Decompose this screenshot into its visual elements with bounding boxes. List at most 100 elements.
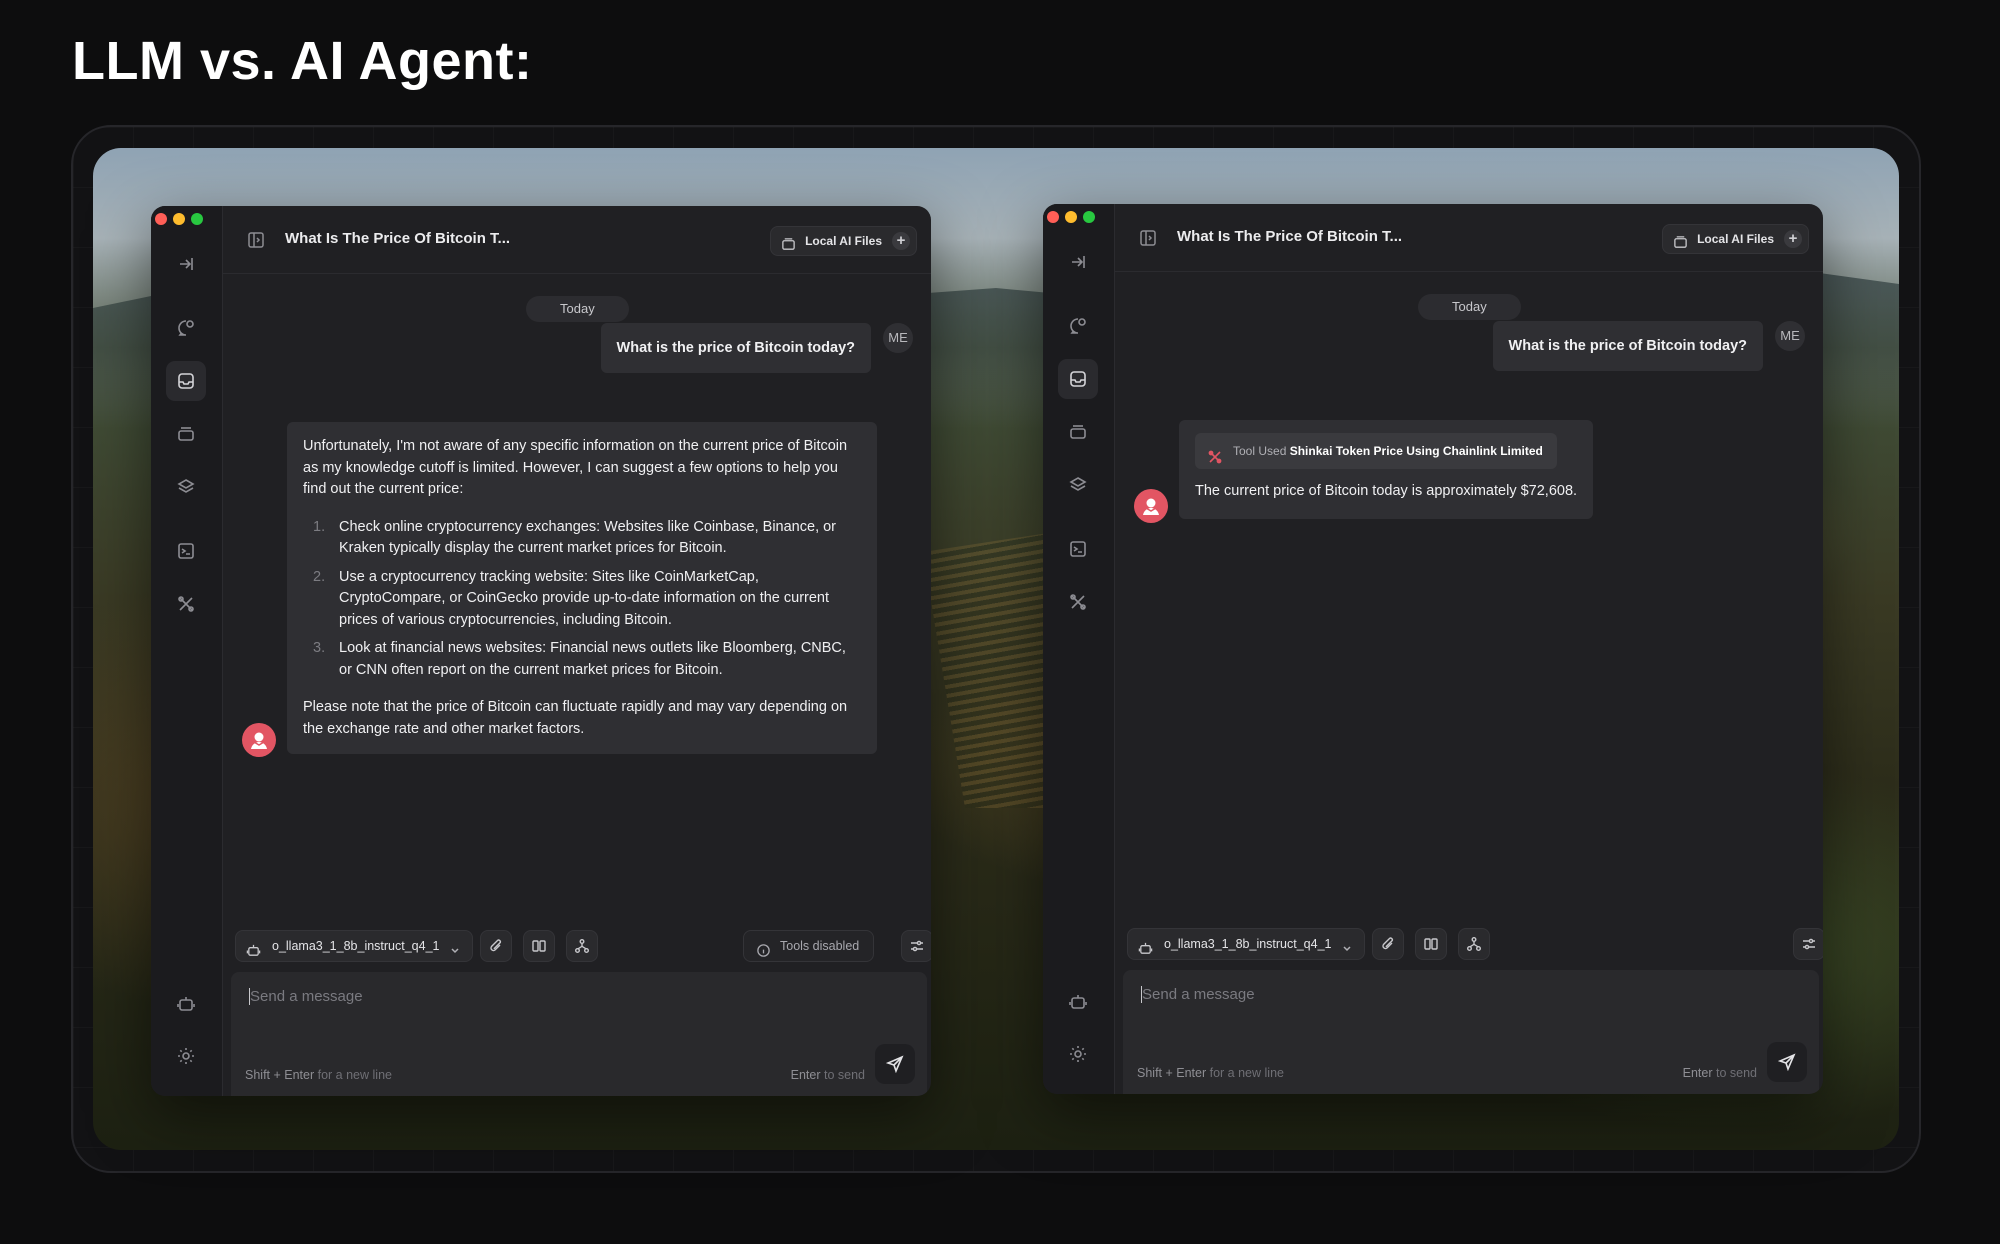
tools-icon[interactable] [166,584,206,624]
minimize-window-button[interactable] [173,213,185,225]
panel-icon[interactable] [247,231,265,249]
local-files-button[interactable]: Local AI Files + [1662,224,1809,254]
assistant-avatar [1134,489,1168,523]
chat-title: What Is The Price Of Bitcoin T... [285,230,511,247]
send-hint: Enter to send [790,1068,865,1082]
user-avatar: ME [1775,321,1805,351]
robot-icon[interactable] [166,984,206,1024]
folder-icon [1673,232,1688,248]
close-window-button[interactable] [155,213,167,225]
add-files-icon[interactable]: + [1784,230,1802,248]
tools-icon[interactable] [1058,582,1098,622]
book-icon [532,940,546,952]
tools-label: Tools disabled [780,939,860,953]
maximize-window-button[interactable] [1083,211,1095,223]
composer-toolbar: o_llama3_1_8b_instruct_q4_1 [1127,928,1823,962]
assistant-message: Tool Used Shinkai Token Price Using Chai… [1179,420,1594,519]
sidebar [1043,204,1115,1094]
layers-icon[interactable] [1058,465,1098,505]
response-list: 1. Check online cryptocurrency exchanges:… [303,517,861,682]
sidebar-collapse-icon[interactable] [174,252,198,276]
close-window-button[interactable] [1047,211,1059,223]
newline-hint: Shift + Enter for a new line [245,1068,392,1082]
robot-icon [246,939,261,956]
list-item: 1. Check online cryptocurrency exchanges:… [313,518,837,557]
tool-icon [1207,443,1223,464]
gear-icon[interactable] [1058,1034,1098,1074]
tool-name: Shinkai Token Price Using Chainlink Limi… [1289,444,1543,458]
window-controls [155,213,203,225]
add-files-icon[interactable]: + [892,232,910,250]
local-files-button[interactable]: Local AI Files + [770,226,917,256]
knowledge-button[interactable] [523,930,555,962]
send-button[interactable] [875,1044,915,1084]
model-selector[interactable]: o_llama3_1_8b_instruct_q4_1 [1127,928,1365,960]
list-item: 3. Look at financial news websites: Finan… [313,640,846,678]
maximize-window-button[interactable] [191,213,203,225]
send-button[interactable] [1767,1042,1807,1082]
message-composer[interactable]: Send a message Shift + Enter for a new l… [1123,970,1819,1094]
newline-hint: Shift + Enter for a new line [1137,1066,1284,1080]
chat-header: What Is The Price Of Bitcoin T... Local … [223,206,931,274]
knowledge-button[interactable] [1415,928,1447,960]
workflow-button[interactable] [1458,928,1490,960]
model-name: o_llama3_1_8b_instruct_q4_1 [272,939,440,953]
attach-button[interactable] [480,930,512,962]
local-files-label: Local AI Files [805,234,882,248]
send-hint: Enter to send [1682,1066,1757,1080]
layers-icon[interactable] [166,467,206,507]
response-outro: Please note that the price of Bitcoin ca… [303,699,848,737]
chat-header: What Is The Price Of Bitcoin T... Local … [1115,204,1823,272]
archive-icon[interactable] [1058,412,1098,452]
composer-toolbar: o_llama3_1_8b_instruct_q4_1 Tools disabl… [235,930,931,964]
chat-main: What Is The Price Of Bitcoin T... Local … [223,206,931,1096]
message-input[interactable]: Send a message [1141,986,1255,1003]
terminal-icon[interactable] [166,531,206,571]
message-composer[interactable]: Send a message Shift + Enter for a new l… [231,972,927,1096]
workflow-icon [575,939,589,953]
robot-icon [1138,937,1153,954]
info-icon [756,939,771,957]
tools-toggle[interactable]: Tools disabled [743,930,875,962]
folder-icon [781,234,796,250]
page-title: LLM vs. AI Agent: [72,31,533,91]
window-controls [1047,211,1095,223]
model-selector[interactable]: o_llama3_1_8b_instruct_q4_1 [235,930,473,962]
chevron-down-icon [1340,936,1354,952]
paperclip-icon [1382,937,1394,950]
robot-icon[interactable] [1058,982,1098,1022]
tool-used-badge[interactable]: Tool Used Shinkai Token Price Using Chai… [1195,433,1557,469]
new-chat-icon[interactable] [1058,306,1098,346]
new-chat-icon[interactable] [166,308,206,348]
message-input[interactable]: Send a message [249,988,363,1005]
assistant-message: Unfortunately, I'm not aware of any spec… [287,422,877,754]
local-files-label: Local AI Files [1697,232,1774,246]
minimize-window-button[interactable] [1065,211,1077,223]
date-divider: Today [1418,294,1521,320]
inbox-icon[interactable] [1058,359,1098,399]
date-divider: Today [526,296,629,322]
send-icon [886,1055,904,1073]
user-message: What is the price of Bitcoin today? [1492,321,1763,371]
terminal-icon[interactable] [1058,529,1098,569]
workflow-icon [1467,937,1481,951]
chat-title: What Is The Price Of Bitcoin T... [1177,228,1403,245]
send-icon [1778,1053,1796,1071]
gear-icon[interactable] [166,1036,206,1076]
response-intro: Unfortunately, I'm not aware of any spec… [303,438,848,497]
llm-app-window: What Is The Price Of Bitcoin T... Local … [151,206,931,1096]
settings-sliders-button[interactable] [901,930,931,962]
settings-sliders-button[interactable] [1793,928,1823,960]
paperclip-icon [490,939,502,952]
workflow-button[interactable] [566,930,598,962]
sliders-icon [911,940,923,952]
attach-button[interactable] [1372,928,1404,960]
sidebar-collapse-icon[interactable] [1066,250,1090,274]
inbox-icon[interactable] [166,361,206,401]
archive-icon[interactable] [166,414,206,454]
panel-icon[interactable] [1139,229,1157,247]
list-item: 2. Use a cryptocurrency tracking website:… [313,568,830,628]
sliders-icon [1803,938,1815,950]
response-text: The current price of Bitcoin today is ap… [1195,483,1578,499]
user-message: What is the price of Bitcoin today? [600,323,871,373]
